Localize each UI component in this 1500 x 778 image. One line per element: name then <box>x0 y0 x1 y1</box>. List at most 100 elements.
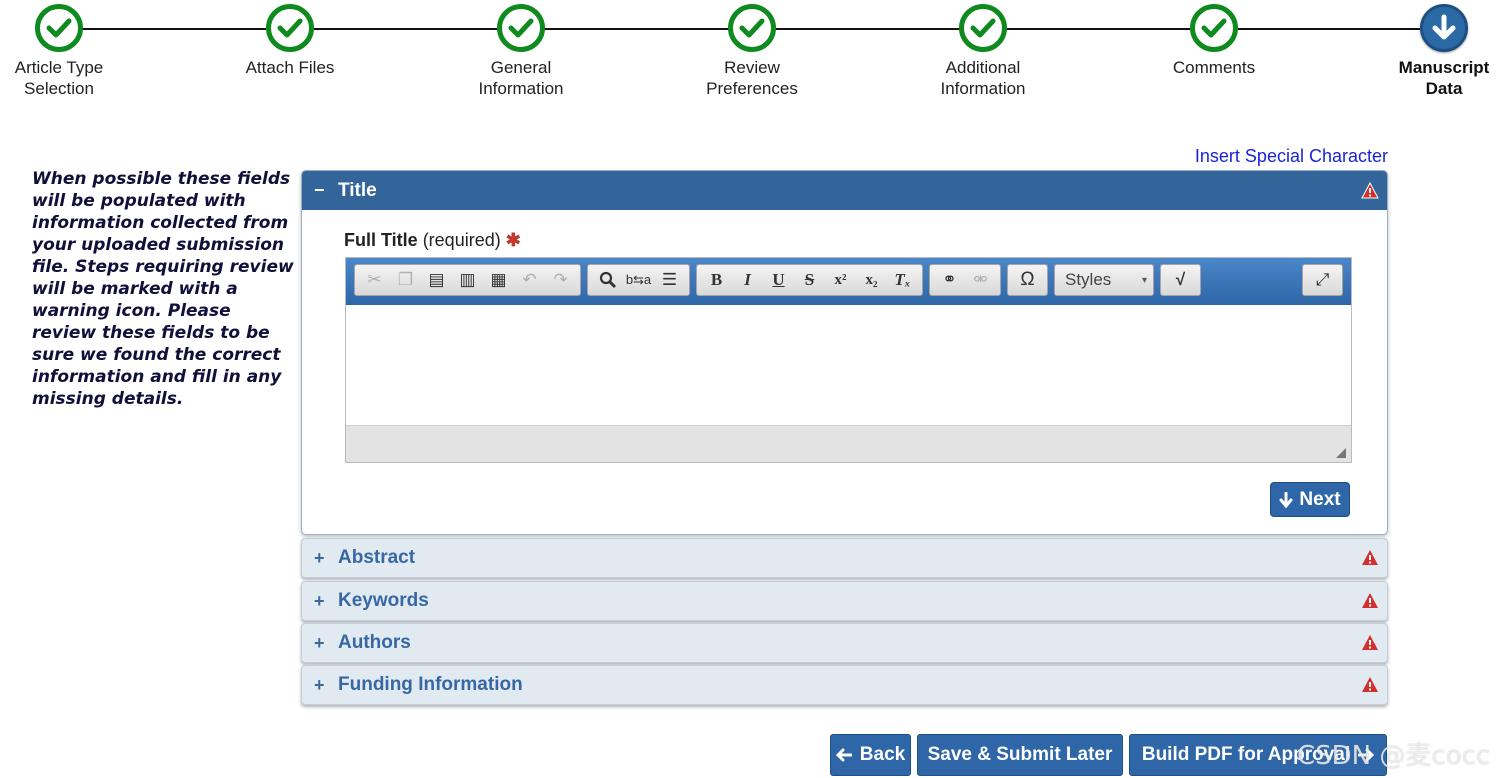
find-icon[interactable] <box>592 266 623 294</box>
arrow-down-icon <box>1279 491 1293 508</box>
step-article-type[interactable]: Article Type Selection <box>0 4 134 99</box>
undo-icon[interactable]: ↶ <box>514 266 545 294</box>
instructions-note: When possible these fields will be popul… <box>32 169 294 409</box>
step-label: Additional <box>945 58 1021 77</box>
collapse-icon: − <box>314 180 325 200</box>
strikethrough-icon[interactable]: S <box>794 266 825 294</box>
editor-statusbar <box>346 425 1351 462</box>
link-icon[interactable]: ⚭ <box>934 266 965 294</box>
field-name: Full Title <box>344 230 418 250</box>
underline-icon[interactable]: U <box>763 266 794 294</box>
step-label-2: Data <box>1425 79 1463 98</box>
back-button[interactable]: Back <box>830 734 911 776</box>
step-review-preferences[interactable]: Review Preferences <box>677 4 827 99</box>
subscript-icon[interactable]: x₂ <box>856 266 887 294</box>
checkmark-icon <box>266 4 314 52</box>
checkmark-icon <box>35 4 83 52</box>
styles-label: Styles <box>1065 270 1112 289</box>
replace-icon[interactable]: b⇆a <box>623 266 654 294</box>
save-label: Save & Submit Later <box>927 744 1113 765</box>
section-funding-label: Funding Information <box>338 674 523 695</box>
section-title-header[interactable]: − Title <box>302 171 1387 210</box>
checkmark-icon <box>959 4 1007 52</box>
find-group: b⇆a ☰ <box>587 264 690 296</box>
styles-dropdown[interactable]: Styles ▾ <box>1055 265 1153 295</box>
step-additional-information[interactable]: Additional Information <box>908 4 1058 99</box>
unlink-icon[interactable]: ⚮ <box>965 266 996 294</box>
remove-format-icon[interactable]: Tₓ <box>887 266 918 294</box>
editor-toolbar: ✂ ❐ ▤ ▥ ▦ ↶ ↷ b⇆a ☰ B I U S x² x₂ Tₓ ⚭ ⚮… <box>346 258 1351 305</box>
warning-icon <box>1362 593 1378 608</box>
step-manuscript-data[interactable]: Manuscript Data <box>1369 4 1500 99</box>
section-abstract: + Abstract <box>301 538 1388 578</box>
save-submit-later-button[interactable]: Save & Submit Later <box>917 734 1123 776</box>
section-authors-header[interactable]: + Authors <box>301 623 1388 663</box>
required-icon: ✱ <box>505 230 521 250</box>
arrow-down-icon <box>1420 4 1468 52</box>
section-authors: + Authors <box>301 623 1388 663</box>
editor-content-area[interactable] <box>346 305 1351 425</box>
clipboard-group: ✂ ❐ ▤ ▥ ▦ ↶ ↷ <box>354 264 581 296</box>
checkmark-icon <box>497 4 545 52</box>
arrow-right-icon <box>1358 748 1375 762</box>
build-pdf-button[interactable]: Build PDF for Approval <box>1129 734 1387 776</box>
warning-icon <box>1362 550 1378 565</box>
maximize-icon[interactable]: ⤢ <box>1307 266 1338 294</box>
section-abstract-header[interactable]: + Abstract <box>301 538 1388 578</box>
expand-icon: + <box>314 632 325 653</box>
paste-word-icon[interactable]: ▦ <box>483 266 514 294</box>
next-label: Next <box>1299 488 1341 510</box>
caret-down-icon: ▾ <box>1141 274 1147 286</box>
warning-icon <box>1362 635 1378 650</box>
math-icon[interactable]: √ <box>1165 266 1196 294</box>
step-label: General <box>490 58 552 77</box>
superscript-icon[interactable]: x² <box>825 266 856 294</box>
step-label: Review <box>724 58 780 77</box>
format-group: B I U S x² x₂ Tₓ <box>696 264 923 296</box>
step-label-2: Information <box>940 79 1026 98</box>
step-comments[interactable]: Comments <box>1139 4 1289 78</box>
warning-icon <box>1361 181 1379 198</box>
step-label-2: Preferences <box>706 79 798 98</box>
copy-icon[interactable]: ❐ <box>390 266 421 294</box>
resize-handle-icon[interactable] <box>1336 448 1346 458</box>
math-group: √ <box>1160 264 1201 296</box>
step-general-information[interactable]: General Information <box>446 4 596 99</box>
section-funding-header[interactable]: + Funding Information <box>301 665 1388 705</box>
cut-icon[interactable]: ✂ <box>359 266 390 294</box>
select-all-icon[interactable]: ☰ <box>654 266 685 294</box>
step-label: Attach Files <box>245 58 335 77</box>
redo-icon[interactable]: ↷ <box>545 266 576 294</box>
expand-icon: + <box>314 547 325 568</box>
paste-text-icon[interactable]: ▥ <box>452 266 483 294</box>
checkmark-icon <box>728 4 776 52</box>
insert-special-character-link[interactable]: Insert Special Character <box>1195 146 1388 167</box>
special-character-icon[interactable]: Ω <box>1012 266 1043 294</box>
field-qualifier: (required) <box>422 230 501 250</box>
progress-stepper: Article Type Selection Attach Files Gener… <box>0 0 1500 110</box>
section-funding: + Funding Information <box>301 665 1388 705</box>
section-keywords: + Keywords <box>301 581 1388 621</box>
step-label-2: Information <box>478 79 564 98</box>
next-button[interactable]: Next <box>1270 482 1350 517</box>
step-label-2: Selection <box>24 79 94 98</box>
special-group: Ω <box>1007 264 1048 296</box>
step-attach-files[interactable]: Attach Files <box>215 4 365 78</box>
full-title-label: Full Title (required) ✱ <box>344 230 521 251</box>
bold-icon[interactable]: B <box>701 266 732 294</box>
styles-group: Styles ▾ <box>1054 264 1154 296</box>
paste-icon[interactable]: ▤ <box>421 266 452 294</box>
section-title-label: Title <box>338 179 377 201</box>
link-group: ⚭ ⚮ <box>929 264 1001 296</box>
step-label: Comments <box>1172 58 1256 77</box>
warning-icon <box>1362 677 1378 692</box>
italic-icon[interactable]: I <box>732 266 763 294</box>
expand-icon: + <box>314 674 325 695</box>
step-label: Article Type <box>14 58 104 77</box>
section-authors-label: Authors <box>338 632 411 653</box>
rich-text-editor: ✂ ❐ ▤ ▥ ▦ ↶ ↷ b⇆a ☰ B I U S x² x₂ Tₓ ⚭ ⚮… <box>345 257 1352 463</box>
section-keywords-header[interactable]: + Keywords <box>301 581 1388 621</box>
arrow-left-icon <box>835 748 852 762</box>
pdf-label: Build PDF for Approval <box>1141 744 1351 765</box>
